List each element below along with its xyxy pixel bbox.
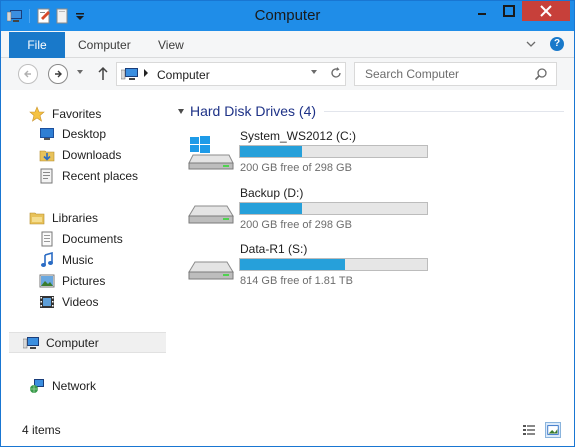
videos-icon [39, 294, 55, 310]
back-button[interactable] [18, 64, 38, 84]
sidebar-item-label: Videos [62, 294, 99, 309]
minimize-icon [477, 13, 486, 15]
forward-button[interactable] [48, 64, 68, 84]
star-icon [29, 105, 45, 122]
up-arrow-icon[interactable] [97, 65, 109, 81]
ribbon-tabs: File Computer View ? [1, 31, 574, 58]
sidebar-item-label: Downloads [62, 147, 122, 162]
drive-usage-bar [239, 258, 428, 271]
sidebar-item-label: Desktop [62, 126, 107, 141]
drive-free-space: 200 GB free of 298 GB [240, 219, 352, 231]
sidebar-item-videos[interactable]: Videos [39, 291, 98, 312]
details-view-icon[interactable] [521, 422, 537, 438]
items-view: Hard Disk Drives (4) System_WS2012 (C:) … [173, 90, 574, 416]
sidebar-item-computer[interactable]: Computer [9, 332, 166, 353]
sidebar-item-label: Network [52, 378, 97, 393]
navigation-pane: Favorites Desktop Downloads Recent place… [1, 90, 171, 416]
address-dropdown-icon[interactable] [310, 69, 318, 75]
navigation-bar: Computer [1, 58, 574, 90]
drive-usage-bar [239, 145, 428, 158]
drive-usage-bar [239, 202, 428, 215]
recent-locations-icon[interactable] [76, 69, 84, 75]
drive-usage-fill [240, 203, 302, 214]
computer-icon [22, 335, 39, 351]
sidebar-item-label: Music [62, 252, 94, 267]
computer-icon [121, 68, 138, 80]
sidebar-item-favorites[interactable]: Favorites [29, 103, 101, 124]
search-box[interactable] [354, 62, 557, 86]
libraries-icon [29, 210, 45, 226]
minimize-button[interactable] [468, 1, 495, 21]
breadcrumb[interactable]: Computer [157, 68, 210, 82]
item-count: 4 items [22, 423, 61, 437]
explorer-window: Computer File Computer View ? Computer S… [0, 0, 575, 447]
status-bar: 4 items [1, 416, 574, 446]
drive-free-space: 814 GB free of 1.81 TB [240, 275, 353, 287]
sidebar-item-documents[interactable]: Documents [39, 228, 123, 249]
collapse-group-icon[interactable] [176, 107, 186, 115]
drive-tile[interactable]: Backup (D:) 200 GB free of 298 GB [185, 186, 435, 236]
tab-file[interactable]: File [9, 32, 65, 58]
sidebar-item-libraries[interactable]: Libraries [29, 207, 98, 228]
hard-drive-icon [188, 205, 234, 224]
sidebar-item-desktop[interactable]: Desktop [39, 123, 106, 144]
sidebar-item-recent-places[interactable]: Recent places [39, 165, 138, 186]
downloads-icon [39, 147, 55, 163]
ribbon-right-controls: ? [526, 37, 564, 51]
sidebar-item-pictures[interactable]: Pictures [39, 270, 105, 291]
drive-tile[interactable]: System_WS2012 (C:) 200 GB free of 298 GB [185, 129, 435, 179]
group-divider [324, 110, 564, 112]
drive-free-space: 200 GB free of 298 GB [240, 162, 352, 174]
close-button[interactable] [522, 1, 570, 21]
sidebar-item-label: Computer [46, 335, 99, 350]
drive-tile[interactable]: Data-R1 (S:) 814 GB free of 1.81 TB [185, 242, 435, 292]
tiles-view-icon[interactable] [545, 422, 561, 438]
sidebar-item-network[interactable]: Network [29, 375, 96, 396]
refresh-icon[interactable] [329, 66, 343, 80]
content-area: Favorites Desktop Downloads Recent place… [1, 90, 574, 416]
address-bar[interactable]: Computer [116, 62, 346, 86]
title-bar[interactable]: Computer [1, 1, 574, 31]
desktop-icon [39, 126, 55, 142]
sidebar-item-music[interactable]: Music [39, 249, 93, 270]
search-input[interactable] [355, 63, 535, 85]
sidebar-item-label: Libraries [52, 210, 99, 225]
sidebar-item-label: Pictures [62, 273, 106, 288]
group-header[interactable]: Hard Disk Drives (4) [173, 101, 568, 121]
tab-view[interactable]: View [158, 38, 184, 52]
sidebar-item-downloads[interactable]: Downloads [39, 144, 121, 165]
back-arrow-icon [24, 70, 31, 78]
music-icon [39, 251, 55, 268]
drive-name: Backup (D:) [240, 186, 304, 200]
recent-places-icon [39, 168, 55, 184]
hard-drive-icon [188, 261, 234, 280]
forward-arrow-icon [55, 70, 62, 78]
windows-drive-icon [188, 136, 234, 170]
maximize-icon [502, 5, 515, 17]
search-icon[interactable] [534, 67, 548, 81]
sidebar-item-label: Favorites [52, 106, 102, 121]
help-icon[interactable]: ? [550, 37, 564, 51]
maximize-button[interactable] [495, 1, 522, 21]
expand-ribbon-icon[interactable] [526, 40, 536, 48]
drive-name: Data-R1 (S:) [240, 242, 308, 256]
tab-computer[interactable]: Computer [78, 38, 131, 52]
breadcrumb-chevron-icon[interactable] [143, 68, 149, 78]
close-icon [540, 5, 552, 17]
drive-usage-fill [240, 146, 302, 157]
drive-usage-fill [240, 259, 345, 270]
network-icon [29, 378, 45, 394]
sidebar-item-label: Documents [62, 231, 123, 246]
sidebar-item-label: Recent places [62, 168, 139, 183]
documents-icon [39, 231, 55, 247]
pictures-icon [39, 273, 55, 289]
drive-name: System_WS2012 (C:) [240, 129, 357, 143]
group-title: Hard Disk Drives (4) [190, 103, 317, 119]
